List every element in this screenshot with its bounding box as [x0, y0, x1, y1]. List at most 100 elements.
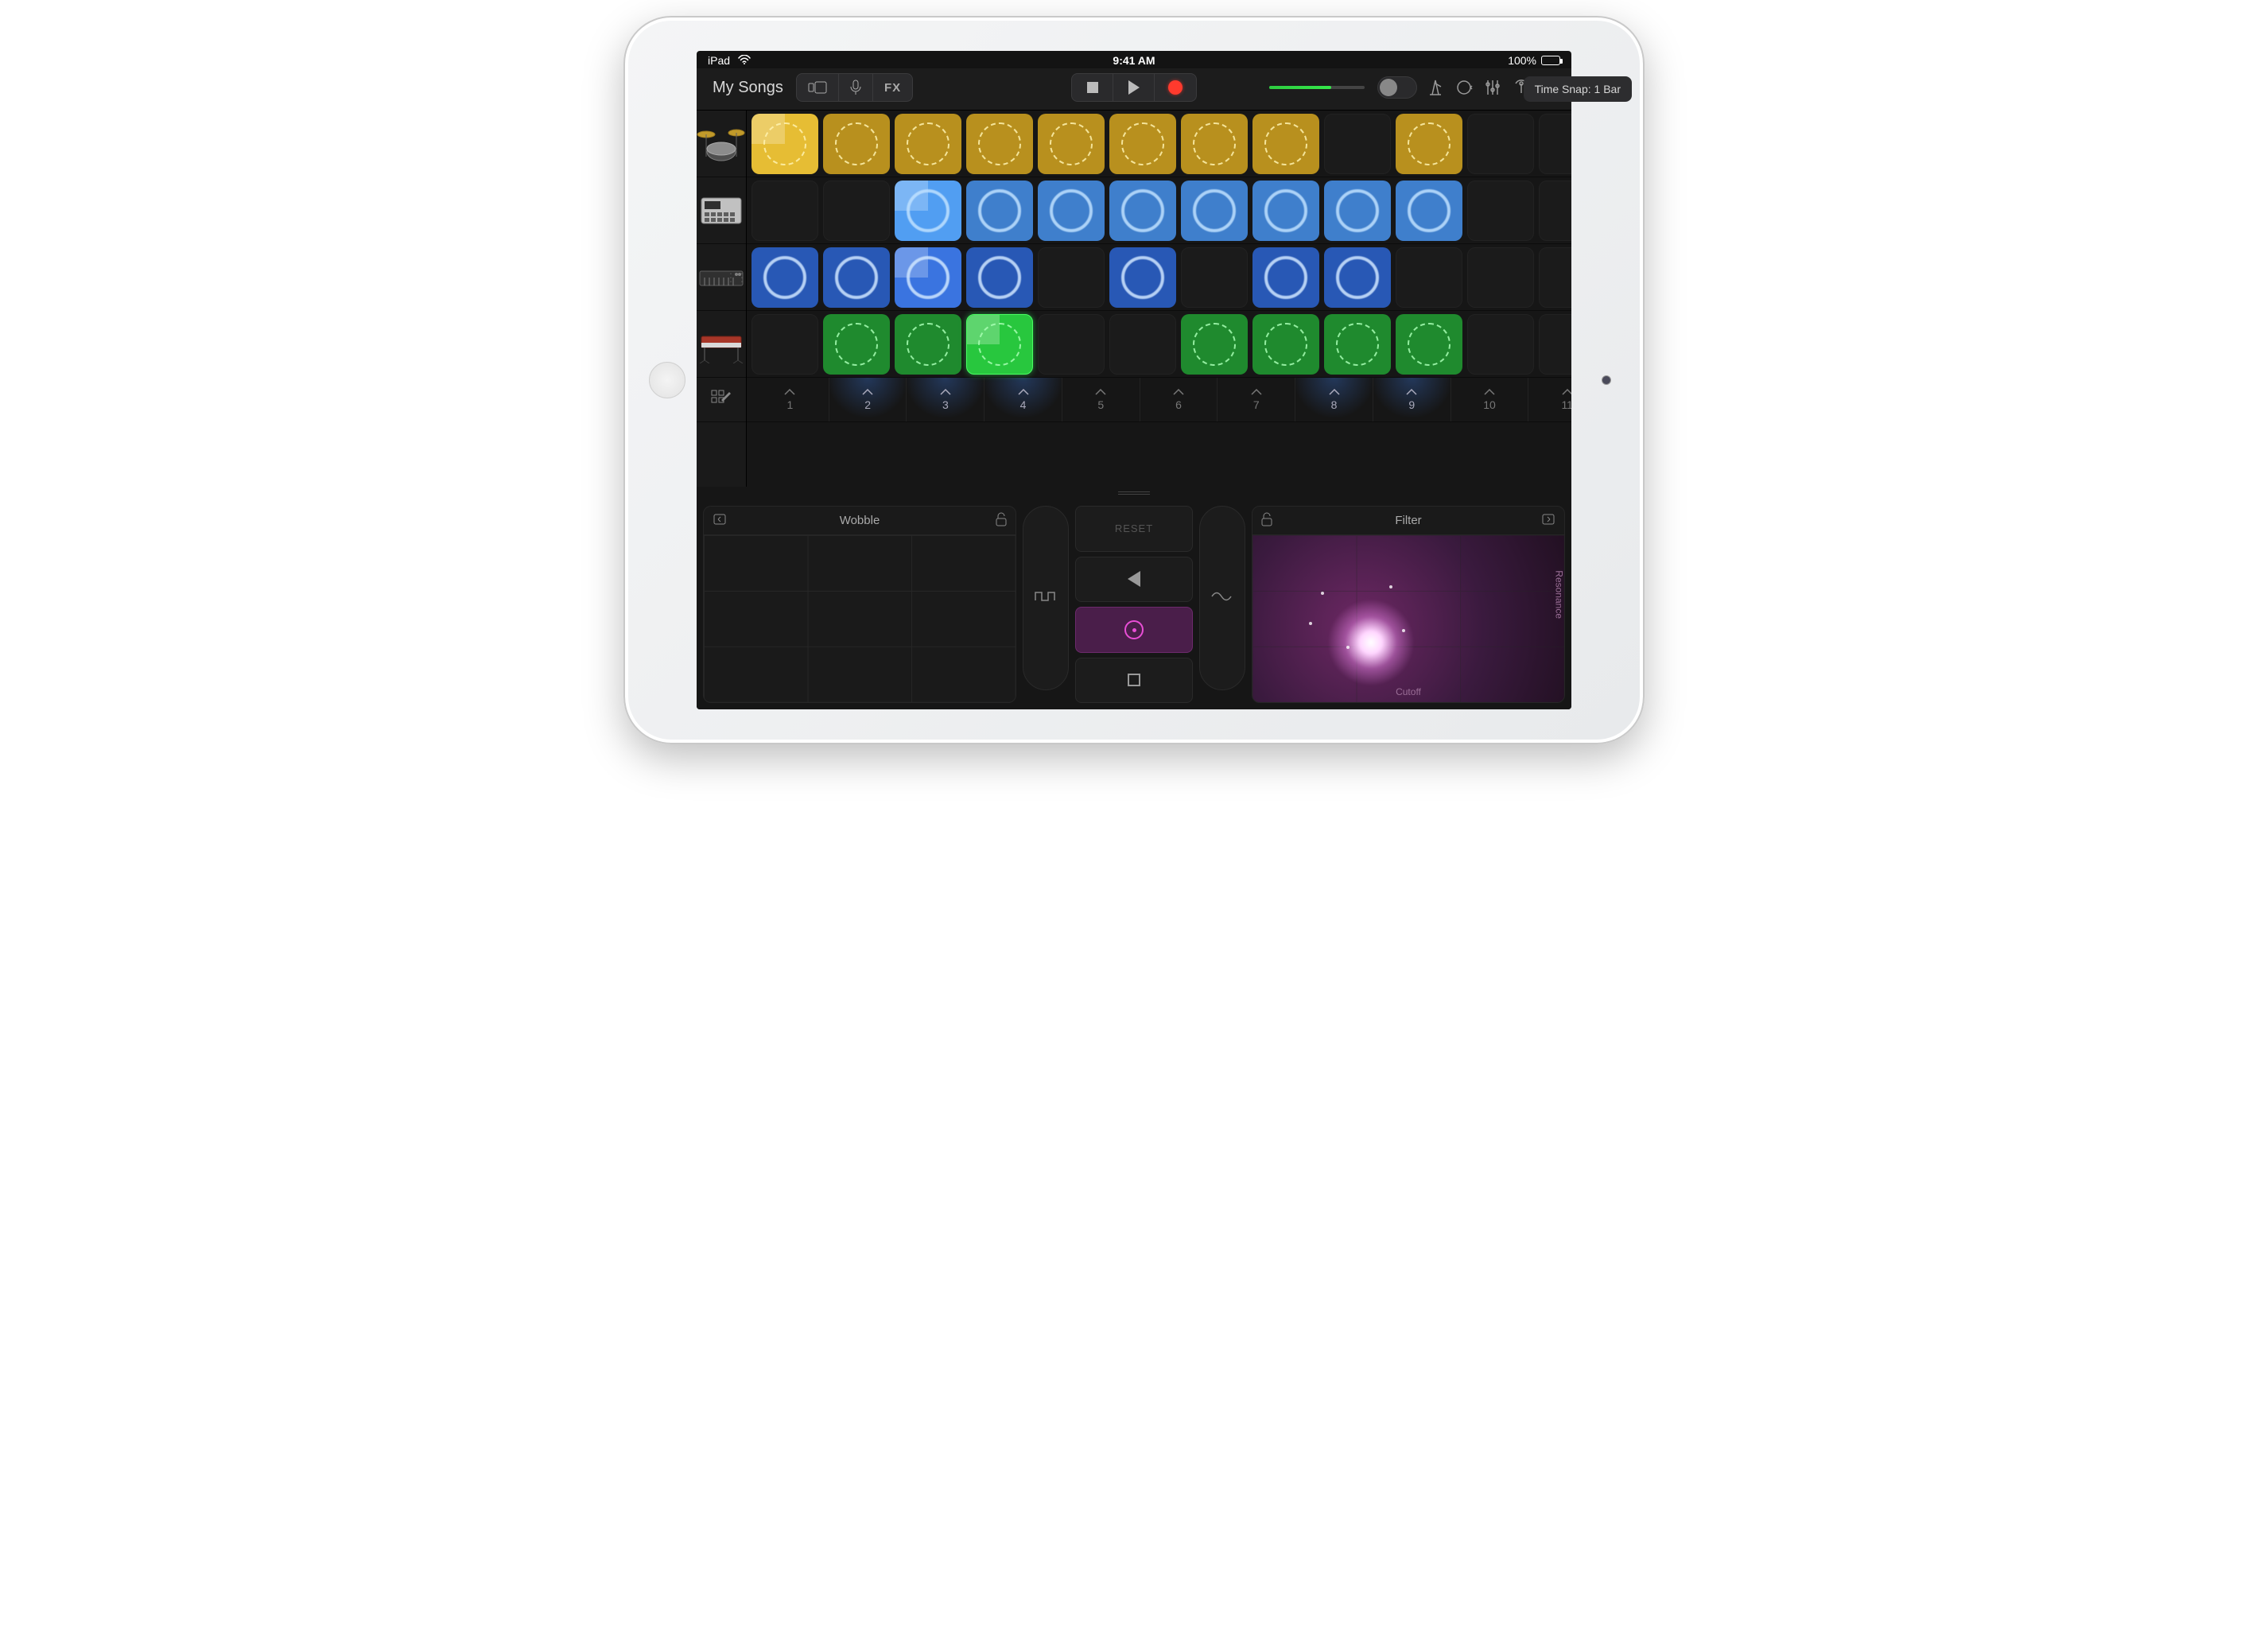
column-trigger-9[interactable]: 9	[1373, 378, 1451, 421]
clip-cell-r1-c4[interactable]	[966, 114, 1033, 174]
clip-cell-r1-c3[interactable]	[895, 114, 961, 174]
lfo-left-strip[interactable]	[1023, 506, 1069, 690]
lock-icon[interactable]	[995, 512, 1008, 530]
my-songs-button[interactable]: My Songs	[708, 76, 788, 100]
column-trigger-2[interactable]: 2	[829, 378, 907, 421]
column-trigger-10[interactable]: 10	[1451, 378, 1529, 421]
column-trigger-1[interactable]: 1	[751, 378, 829, 421]
time-snap-pill[interactable]: Time Snap: 1 Bar	[1524, 76, 1571, 102]
track-header-drums[interactable]	[697, 111, 746, 177]
chevron-up-icon	[1018, 389, 1029, 395]
lfo-right-strip[interactable]	[1199, 506, 1245, 690]
clip-cell-r3-c6[interactable]	[1109, 247, 1176, 308]
clip-cell-r2-c7[interactable]	[1181, 181, 1248, 241]
clip-cell-r1-c6[interactable]	[1109, 114, 1176, 174]
fx-left-title[interactable]: Wobble	[840, 514, 880, 527]
panel-grabber[interactable]	[697, 487, 1571, 499]
square-wave-icon	[1034, 589, 1058, 608]
clip-cell-r4-c5[interactable]	[1038, 314, 1105, 375]
lock-icon[interactable]	[1260, 512, 1273, 530]
xy-pad-filter[interactable]: Cutoff Resonance	[1252, 535, 1564, 702]
play-button[interactable]	[1113, 74, 1155, 101]
volume-slider[interactable]	[1269, 86, 1365, 89]
chevron-up-icon	[1484, 389, 1495, 395]
clip-cell-r2-c5[interactable]	[1038, 181, 1105, 241]
cell-edit-button[interactable]	[697, 378, 746, 422]
clip-cell-r3-c1[interactable]	[751, 247, 818, 308]
fx-panel-right: Filter Cutoff Resonanc	[1252, 506, 1565, 703]
clip-cell-r1-c11[interactable]	[1467, 114, 1534, 174]
clip-cell-r1-c9[interactable]	[1324, 114, 1391, 174]
mic-button[interactable]	[839, 74, 873, 101]
fx-right-title[interactable]: Filter	[1395, 514, 1421, 527]
column-trigger-6[interactable]: 6	[1140, 378, 1218, 421]
trigger-number: 7	[1253, 398, 1260, 411]
clip-cell-r3-c9[interactable]	[1324, 247, 1391, 308]
clip-cell-r2-c10[interactable]	[1396, 181, 1462, 241]
clip-cell-r1-c8[interactable]	[1252, 114, 1319, 174]
column-trigger-5[interactable]: 5	[1062, 378, 1140, 421]
clip-cell-r2-c11[interactable]	[1467, 181, 1534, 241]
clip-cell-r2-c8[interactable]	[1252, 181, 1319, 241]
column-trigger-7[interactable]: 7	[1217, 378, 1295, 421]
view-browser-button[interactable]	[797, 74, 839, 101]
clip-cell-r4-c2[interactable]	[823, 314, 890, 375]
clip-cell-r1-c5[interactable]	[1038, 114, 1105, 174]
clip-cell-r2-c6[interactable]	[1109, 181, 1176, 241]
clip-cell-r1-c2[interactable]	[823, 114, 890, 174]
clip-cell-r3-c3[interactable]	[895, 247, 961, 308]
clip-cell-r4-c11[interactable]	[1467, 314, 1534, 375]
clip-cell-r4-c7[interactable]	[1181, 314, 1248, 375]
column-trigger-8[interactable]: 8	[1295, 378, 1373, 421]
clip-cell-r4-c12[interactable]	[1539, 314, 1571, 375]
clip-cell-r2-c4[interactable]	[966, 181, 1033, 241]
clip-cell-r1-c1[interactable]	[751, 114, 818, 174]
track-header-drum-machine[interactable]	[697, 177, 746, 244]
clip-cell-r1-c7[interactable]	[1181, 114, 1248, 174]
scratch-button[interactable]	[1075, 607, 1193, 653]
clip-cell-r4-c1[interactable]	[751, 314, 818, 375]
clip-cell-r4-c6[interactable]	[1109, 314, 1176, 375]
clip-cell-r2-c12[interactable]	[1539, 181, 1571, 241]
reset-button[interactable]: RESET	[1075, 506, 1193, 552]
trigger-number: 4	[1020, 398, 1027, 411]
clip-cell-r3-c8[interactable]	[1252, 247, 1319, 308]
fx-button[interactable]: FX	[873, 74, 912, 101]
clip-cell-r1-c10[interactable]	[1396, 114, 1462, 174]
clip-cell-r2-c2[interactable]	[823, 181, 890, 241]
column-trigger-11[interactable]: 11	[1528, 378, 1571, 421]
clip-cell-r4-c9[interactable]	[1324, 314, 1391, 375]
track-header-keys[interactable]	[697, 311, 746, 378]
clip-cell-r3-c4[interactable]	[966, 247, 1033, 308]
record-button[interactable]	[1155, 74, 1196, 101]
mixer-icon[interactable]	[1482, 77, 1503, 98]
preset-next-icon[interactable]	[1540, 512, 1556, 530]
stop-fx-button[interactable]	[1075, 658, 1193, 704]
loop-icon[interactable]	[1454, 77, 1474, 98]
clip-cell-r2-c1[interactable]	[751, 181, 818, 241]
column-trigger-4[interactable]: 4	[984, 378, 1062, 421]
clip-cell-r3-c7[interactable]	[1181, 247, 1248, 308]
ipad-home-button[interactable]	[649, 362, 685, 398]
preset-prev-icon[interactable]	[712, 512, 728, 530]
clip-cell-r3-c2[interactable]	[823, 247, 890, 308]
clip-cell-r1-c12[interactable]	[1539, 114, 1571, 174]
clip-cell-r3-c5[interactable]	[1038, 247, 1105, 308]
clip-cell-r2-c9[interactable]	[1324, 181, 1391, 241]
clip-cell-r2-c3[interactable]	[895, 181, 961, 241]
clip-cell-r3-c12[interactable]	[1539, 247, 1571, 308]
clip-cell-r4-c10[interactable]	[1396, 314, 1462, 375]
reverse-play-button[interactable]	[1075, 557, 1193, 603]
metronome-icon[interactable]	[1425, 77, 1446, 98]
clip-cell-r4-c8[interactable]	[1252, 314, 1319, 375]
xy-pad-wobble[interactable]	[704, 535, 1016, 702]
clip-cell-r3-c11[interactable]	[1467, 247, 1534, 308]
clip-cell-r4-c3[interactable]	[895, 314, 961, 375]
track-header-synth[interactable]: ⋮⋮	[697, 244, 746, 311]
toolbar: My Songs FX	[697, 68, 1571, 111]
master-toggle[interactable]	[1377, 76, 1417, 99]
clip-cell-r4-c4[interactable]	[966, 314, 1033, 375]
stop-button[interactable]	[1072, 74, 1113, 101]
column-trigger-3[interactable]: 3	[907, 378, 984, 421]
clip-cell-r3-c10[interactable]	[1396, 247, 1462, 308]
